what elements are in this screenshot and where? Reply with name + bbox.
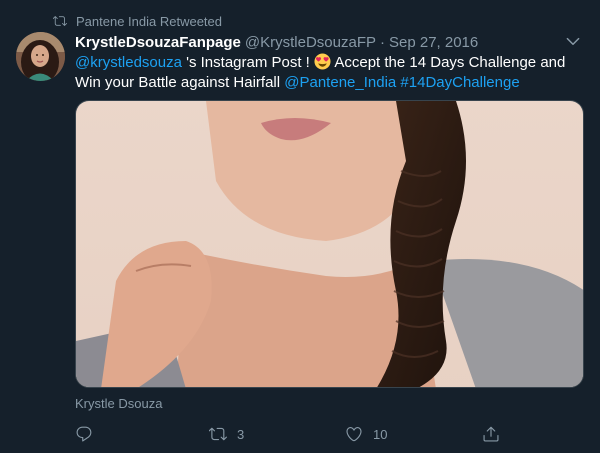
share-button[interactable]: [482, 424, 510, 444]
retweet-icon: [209, 427, 227, 441]
like-button[interactable]: 10: [345, 424, 387, 444]
tweet-header: KrystleDsouzaFanpage @KrystleDsouzaFP · …: [75, 32, 478, 52]
tweet-text-part: 's Instagram Post !: [181, 54, 315, 71]
chevron-down-icon: [566, 37, 580, 46]
hashtag-link[interactable]: #14DayChallenge: [400, 74, 519, 91]
retweet-count: 3: [237, 426, 245, 442]
tweet-card[interactable]: Pantene India Retweeted KrystleDsouzaFan…: [0, 0, 600, 453]
author-handle[interactable]: @KrystleDsouzaFP: [245, 34, 376, 51]
like-count: 10: [373, 426, 388, 442]
mention-link[interactable]: @krystledsouza: [75, 54, 182, 71]
tweet-media-image[interactable]: [75, 100, 584, 388]
heart-icon: [346, 427, 362, 442]
separator-dot: ·: [380, 33, 385, 51]
share-icon: [483, 426, 499, 442]
retweet-icon: [53, 16, 67, 26]
author-display-name[interactable]: KrystleDsouzaFanpage: [75, 34, 241, 51]
more-options-button[interactable]: [564, 32, 582, 50]
avatar-image: [16, 32, 65, 81]
heart-eyes-emoji-icon: [314, 53, 331, 70]
retweet-label[interactable]: Pantene India Retweeted: [76, 14, 222, 29]
tweet-actions: 3 10: [75, 424, 499, 444]
mention-link-brand[interactable]: @Pantene_India: [284, 74, 396, 91]
retweet-indicator: Pantene India Retweeted: [53, 12, 222, 30]
photo: [76, 101, 583, 387]
reply-button[interactable]: [75, 424, 103, 444]
reply-icon: [76, 426, 92, 442]
tweet-text: @krystledsouza 's Instagram Post ! Accep…: [75, 53, 585, 93]
avatar[interactable]: [16, 32, 65, 81]
tweet-date[interactable]: Sep 27, 2016: [389, 34, 478, 51]
media-caption[interactable]: Krystle Dsouza: [75, 396, 162, 411]
retweet-button[interactable]: 3: [209, 424, 244, 444]
